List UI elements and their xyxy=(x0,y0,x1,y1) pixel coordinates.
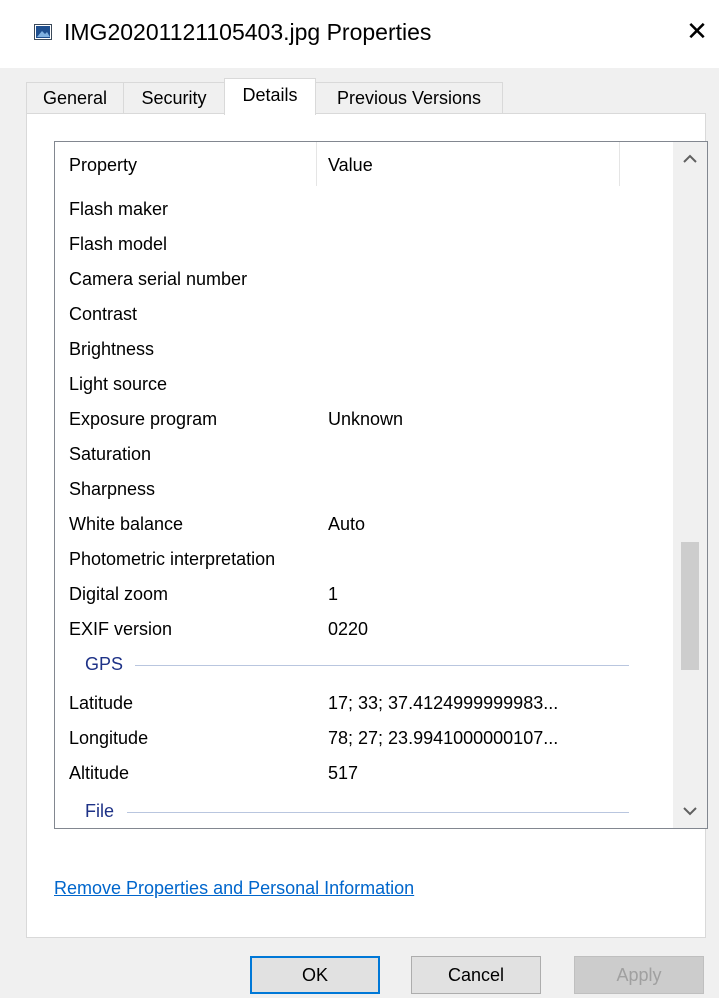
property-name: Flash model xyxy=(69,234,168,254)
tab-security[interactable]: Security xyxy=(123,82,225,113)
table-row[interactable]: Digital zoom 1 xyxy=(55,577,645,612)
table-row[interactable]: Exposure program Unknown xyxy=(55,402,645,437)
apply-button: Apply xyxy=(574,956,704,994)
property-value: 0220 xyxy=(328,619,369,639)
cancel-button[interactable]: Cancel xyxy=(411,956,541,994)
property-name: Altitude xyxy=(69,763,130,783)
column-header: Property Value xyxy=(55,142,645,186)
property-value: 517 xyxy=(328,763,359,783)
table-row[interactable]: Saturation xyxy=(55,437,645,472)
image-file-icon xyxy=(34,24,52,40)
table-row[interactable]: Flash model xyxy=(55,227,645,262)
group-label: File xyxy=(85,801,115,821)
column-divider[interactable] xyxy=(619,142,620,186)
details-list[interactable]: Property Value Flash maker Flash model C… xyxy=(54,141,708,829)
chevron-down-icon xyxy=(683,807,697,816)
scrollbar-thumb[interactable] xyxy=(681,542,699,670)
property-value: Unknown xyxy=(328,409,404,429)
title-bar: IMG20201121105403.jpg Properties ✕ xyxy=(0,0,719,68)
property-name: EXIF version xyxy=(69,619,173,639)
table-row[interactable]: Sharpness xyxy=(55,472,645,507)
tab-details[interactable]: Details xyxy=(224,78,316,115)
property-name: White balance xyxy=(69,514,184,534)
table-row[interactable]: Longitude 78; 27; 23.9941000000107... xyxy=(55,721,645,756)
property-name: Photometric interpretation xyxy=(69,549,276,569)
property-name: Longitude xyxy=(69,728,149,748)
table-row[interactable]: Camera serial number xyxy=(55,262,645,297)
property-name: Latitude xyxy=(69,693,134,713)
column-divider[interactable] xyxy=(316,142,317,186)
scroll-up-button[interactable] xyxy=(673,142,707,176)
property-name: Sharpness xyxy=(69,479,156,499)
property-value: 1 xyxy=(328,584,339,604)
table-row[interactable]: Brightness xyxy=(55,332,645,367)
group-label: GPS xyxy=(85,654,124,674)
remove-properties-link[interactable]: Remove Properties and Personal Informati… xyxy=(54,878,414,899)
property-value: 17; 33; 37.4124999999983... xyxy=(328,693,559,713)
table-row[interactable]: Latitude 17; 33; 37.4124999999983... xyxy=(55,686,645,721)
chevron-up-icon xyxy=(683,154,697,163)
table-row[interactable]: White balance Auto xyxy=(55,507,645,542)
table-row[interactable]: EXIF version 0220 xyxy=(55,612,645,647)
group-divider xyxy=(135,665,629,666)
table-row[interactable]: Contrast xyxy=(55,297,645,332)
column-header-property[interactable]: Property xyxy=(69,155,137,176)
table-row[interactable]: Flash maker xyxy=(55,192,645,227)
scroll-down-button[interactable] xyxy=(673,794,707,828)
property-name: Brightness xyxy=(69,339,155,359)
close-button[interactable]: ✕ xyxy=(682,16,712,46)
property-name: Camera serial number xyxy=(69,269,248,289)
table-row[interactable]: Light source xyxy=(55,367,645,402)
property-name: Saturation xyxy=(69,444,152,464)
property-name: Digital zoom xyxy=(69,584,169,604)
column-header-value[interactable]: Value xyxy=(328,155,373,176)
tab-strip: General Security Details Previous Versio… xyxy=(26,78,706,115)
property-name: Flash maker xyxy=(69,199,169,219)
window-title: IMG20201121105403.jpg Properties xyxy=(64,19,432,45)
vertical-scrollbar[interactable] xyxy=(673,142,707,828)
table-row[interactable]: Altitude 517 xyxy=(55,756,645,791)
property-name: Contrast xyxy=(69,304,138,324)
property-value: 78; 27; 23.9941000000107... xyxy=(328,728,559,748)
group-header-gps[interactable]: GPS xyxy=(55,647,645,682)
group-divider xyxy=(127,812,629,813)
tab-previous-versions[interactable]: Previous Versions xyxy=(315,82,503,113)
property-name: Exposure program xyxy=(69,409,218,429)
table-row[interactable]: Photometric interpretation xyxy=(55,542,645,577)
property-name: Light source xyxy=(69,374,168,394)
property-value: Auto xyxy=(328,514,366,534)
tab-general[interactable]: General xyxy=(26,82,124,113)
ok-button[interactable]: OK xyxy=(250,956,380,994)
group-header-file[interactable]: File xyxy=(55,794,645,828)
